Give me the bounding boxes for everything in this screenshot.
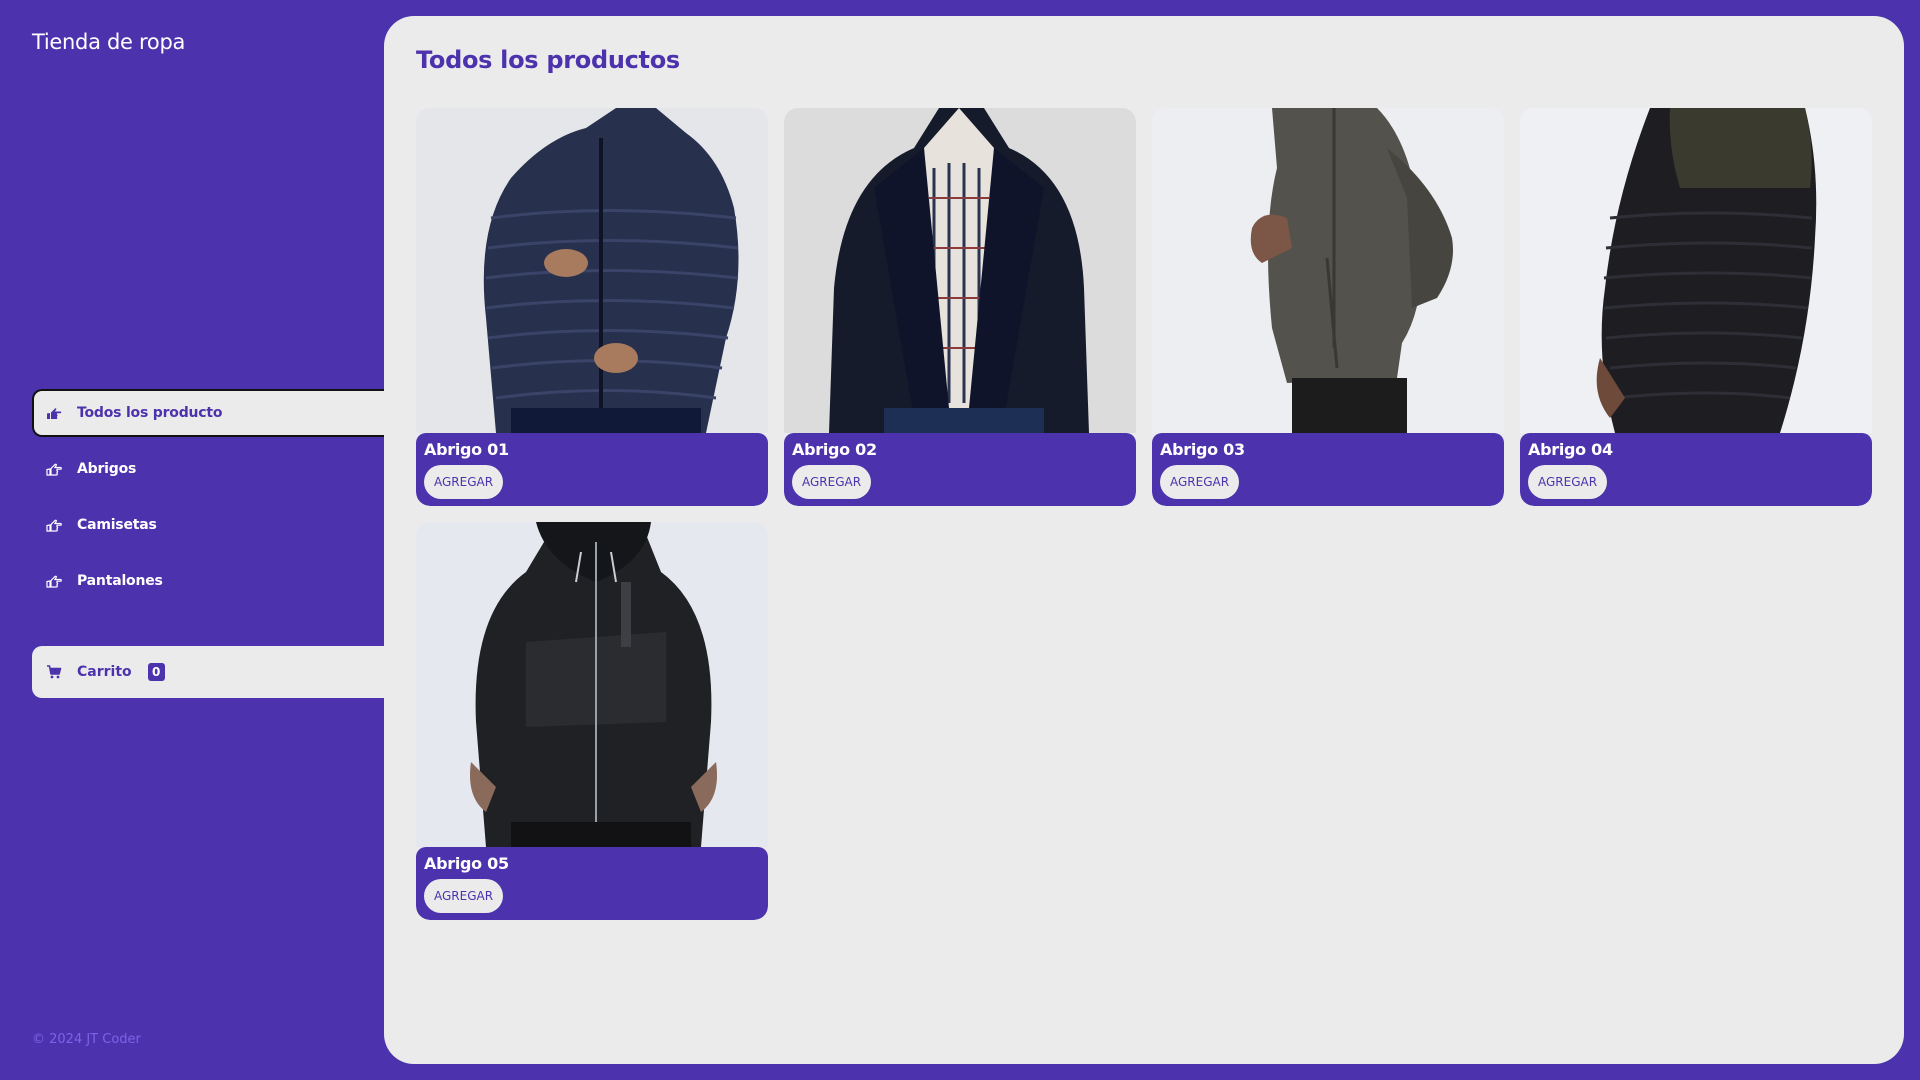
product-image [1520, 108, 1872, 433]
hand-pointing-icon [46, 405, 62, 421]
copyright-text: © 2024 JT Coder [32, 1032, 141, 1047]
product-info: Abrigo 05 AGREGAR [416, 847, 768, 920]
product-card: Abrigo 03 AGREGAR [1152, 108, 1504, 506]
hand-pointing-icon [46, 517, 62, 533]
menu-item-abrigos[interactable]: Abrigos [32, 445, 384, 493]
product-image [416, 522, 768, 847]
product-info: Abrigo 01 AGREGAR [416, 433, 768, 506]
product-image [784, 108, 1136, 433]
add-to-cart-button[interactable]: AGREGAR [1160, 465, 1240, 499]
hand-pointing-icon [46, 573, 62, 589]
product-card: Abrigo 05 AGREGAR [416, 522, 768, 920]
product-info: Abrigo 02 AGREGAR [784, 433, 1136, 506]
product-card: Abrigo 04 AGREGAR [1520, 108, 1872, 506]
product-image [1152, 108, 1504, 433]
menu-item-label: Todos los producto [77, 405, 223, 421]
product-image [416, 108, 768, 433]
menu-item-label: Camisetas [77, 517, 157, 533]
menu-item-camisetas[interactable]: Camisetas [32, 501, 384, 549]
product-name: Abrigo 02 [792, 440, 877, 459]
add-to-cart-button[interactable]: AGREGAR [424, 879, 504, 913]
product-name: Abrigo 01 [424, 440, 509, 459]
menu-item-todos[interactable]: Todos los producto [32, 389, 384, 437]
add-to-cart-button[interactable]: AGREGAR [1528, 465, 1608, 499]
product-card: Abrigo 02 AGREGAR [784, 108, 1136, 506]
product-info: Abrigo 03 AGREGAR [1152, 433, 1504, 506]
cart-icon [46, 664, 62, 680]
add-to-cart-button[interactable]: AGREGAR [792, 465, 872, 499]
cart-label: Carrito [77, 664, 132, 680]
menu-item-label: Abrigos [77, 461, 137, 477]
category-menu: Todos los producto Abrigos Camisetas Pan… [32, 389, 384, 613]
cart-button[interactable]: Carrito 0 [32, 646, 384, 698]
product-info: Abrigo 04 AGREGAR [1520, 433, 1872, 506]
product-name: Abrigo 04 [1528, 440, 1613, 459]
menu-item-label: Pantalones [77, 573, 163, 589]
brand-title: Tienda de ropa [32, 30, 186, 54]
hand-pointing-icon [46, 461, 62, 477]
product-name: Abrigo 05 [424, 854, 509, 873]
main-panel: Todos los productos Abrigo 01 AGREGAR Ab… [384, 16, 1904, 1064]
product-grid: Abrigo 01 AGREGAR Abrigo 02 AGREGAR Abri… [416, 108, 1873, 920]
product-card: Abrigo 01 AGREGAR [416, 108, 768, 506]
cart-count-badge: 0 [147, 663, 165, 681]
menu-item-pantalones[interactable]: Pantalones [32, 557, 384, 605]
sidebar: Tienda de ropa Todos los producto Abrigo… [0, 0, 384, 1080]
add-to-cart-button[interactable]: AGREGAR [424, 465, 504, 499]
page-title: Todos los productos [416, 46, 680, 74]
product-name: Abrigo 03 [1160, 440, 1245, 459]
